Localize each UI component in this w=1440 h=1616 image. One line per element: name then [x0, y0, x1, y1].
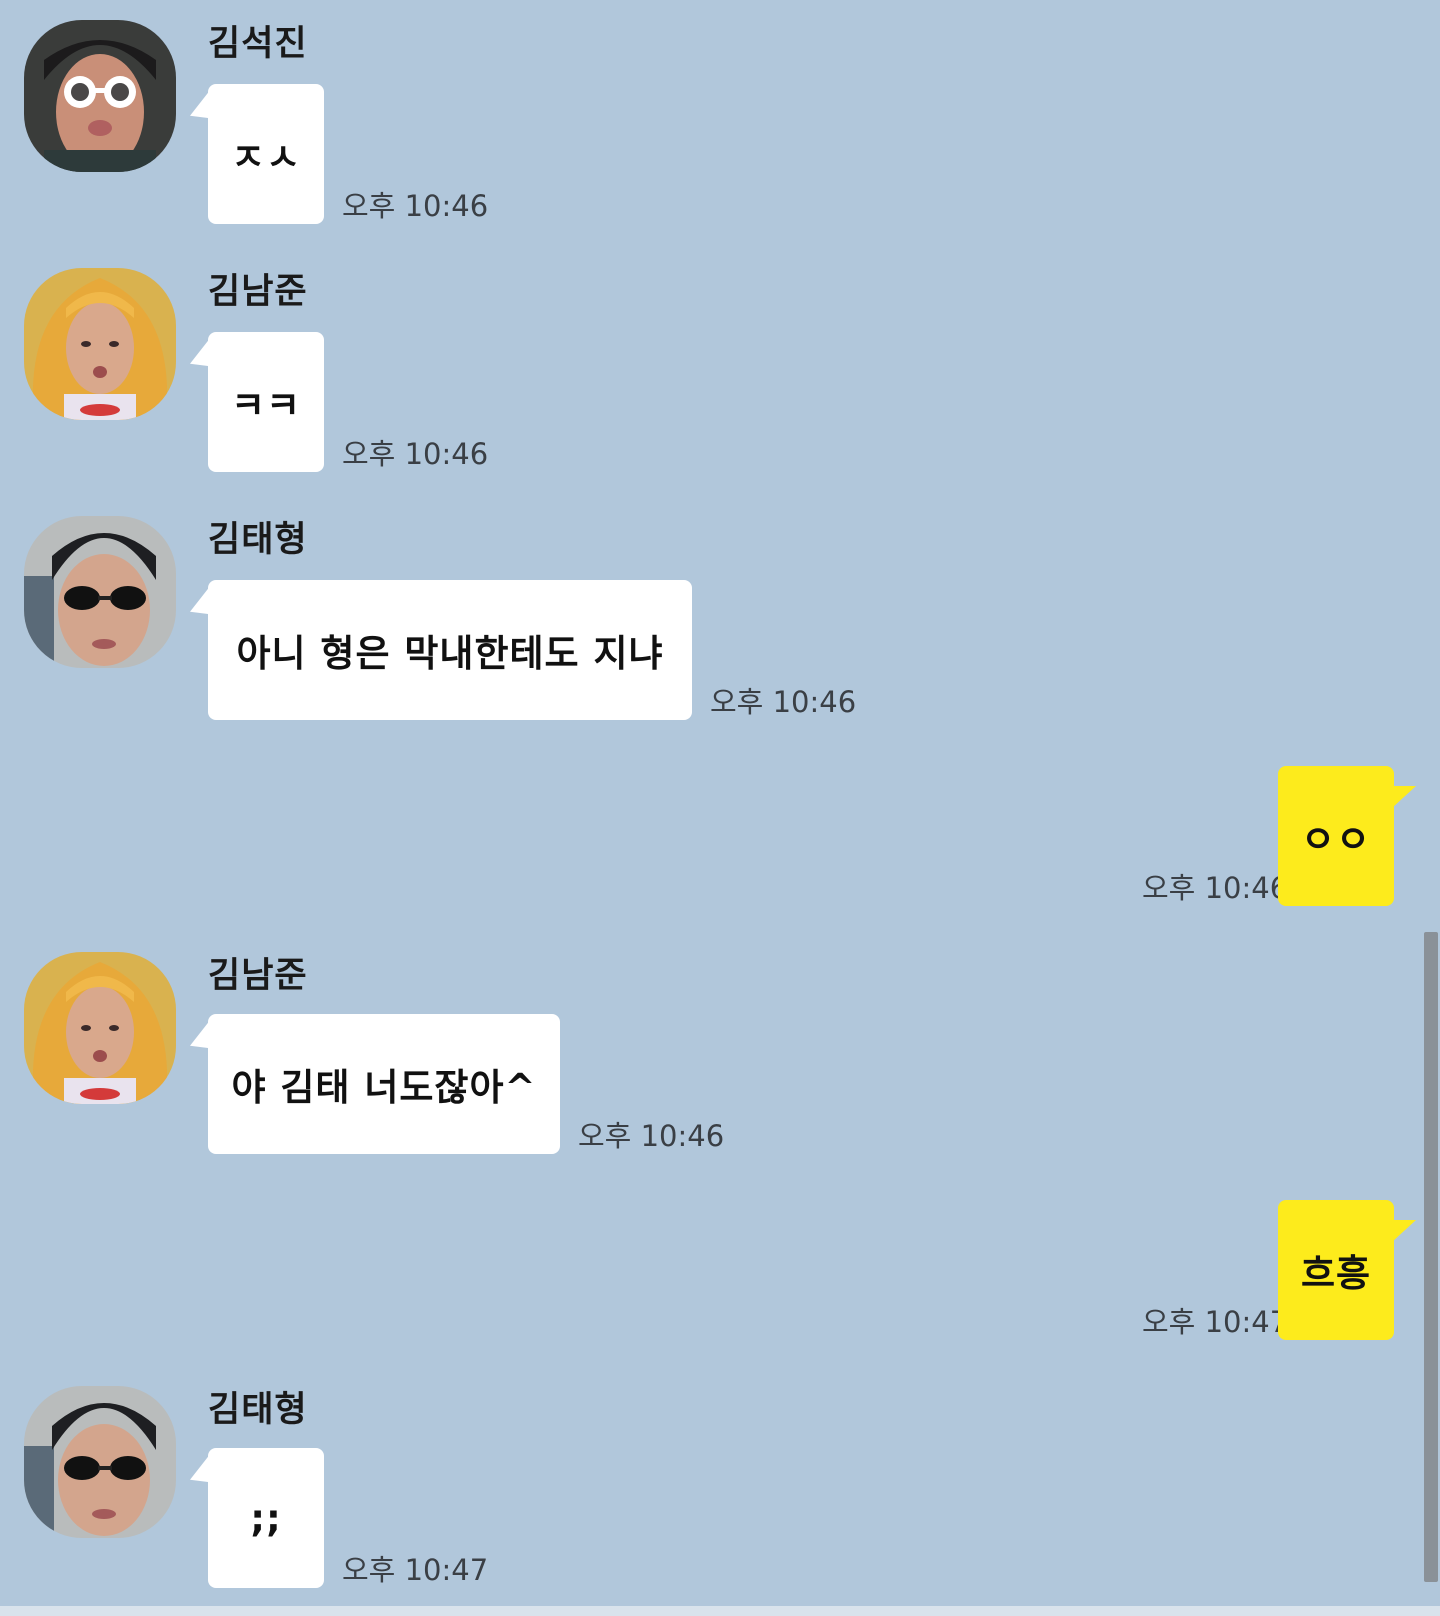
message-timestamp: 오후 10:47 [1142, 1305, 1289, 1339]
message-timestamp: 오후 10:46 [1142, 871, 1289, 905]
message-bubble[interactable]: ;; [208, 1448, 324, 1588]
avatar-taehyung-icon [24, 516, 176, 668]
message-bubble[interactable]: ㅇㅇ [1278, 766, 1416, 906]
message-timestamp: 오후 10:46 [578, 1119, 725, 1153]
sender-name: 김남준 [208, 272, 308, 312]
avatar[interactable] [24, 20, 176, 172]
message-timestamp: 오후 10:47 [342, 1553, 489, 1587]
sender-name: 김태형 [208, 1390, 308, 1430]
avatar[interactable] [24, 268, 176, 420]
message-timestamp: 오후 10:46 [342, 189, 489, 223]
avatar[interactable] [24, 516, 176, 668]
avatar[interactable] [24, 1386, 176, 1538]
scrollbar[interactable] [1424, 932, 1438, 1582]
message-bubble[interactable]: 야 김태 너도잖아^ [208, 1014, 560, 1154]
sender-name: 김태형 [208, 520, 308, 560]
sender-name: 김석진 [208, 24, 308, 64]
avatar-jin-icon [24, 20, 176, 172]
message-bubble[interactable]: 아니 형은 막내한테도 지냐 [208, 580, 692, 720]
avatar-taehyung-icon [24, 1386, 176, 1538]
message-bubble[interactable]: ㅋㅋ [208, 332, 324, 472]
message-timestamp: 오후 10:46 [342, 437, 489, 471]
message-bubble[interactable]: 흐흥 [1278, 1200, 1416, 1340]
message-bubble[interactable]: ㅈㅅ [208, 84, 324, 224]
avatar-namjoon-icon [24, 268, 176, 420]
message-timestamp: 오후 10:46 [710, 685, 857, 719]
avatar[interactable] [24, 952, 176, 1104]
avatar-namjoon-icon [24, 952, 176, 1104]
sender-name: 김남준 [208, 956, 308, 996]
chat-message-list[interactable]: 김석진 ㅈㅅ 오후 10:46 김남준 ㅋㅋ 오후 10:46 김태형 아니 형… [0, 0, 1440, 1616]
chat-bottom-edge [0, 1606, 1440, 1616]
